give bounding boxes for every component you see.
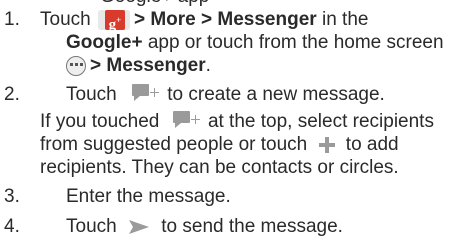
new-message-icon <box>169 111 203 133</box>
in-the-text: in the <box>321 9 369 31</box>
send-arrow-icon <box>128 219 150 235</box>
note-text: at the top, select recipients <box>207 111 434 133</box>
top-partial-text: Google+ app <box>100 0 209 8</box>
step-1-text-cont: Google+ app or touch from the home scree… <box>66 32 444 54</box>
step-1-text-end: > Messenger. <box>58 55 211 77</box>
step-4: 4. Touch to send the message. <box>0 216 460 238</box>
step-2-text: Touch to create a new message. <box>66 84 385 106</box>
google-plus-icon: g+ <box>97 9 132 33</box>
menu-path: > More > Messenger <box>133 9 317 31</box>
note-text-3: recipients. They can be contacts or circ… <box>40 157 399 178</box>
step-2-rest: to create a new message. <box>167 84 385 106</box>
note-text-1: If you touched at the top, select recipi… <box>40 111 434 133</box>
touch-label: Touch <box>66 216 117 237</box>
app-name: Google+ <box>66 32 143 53</box>
step-number: 2. <box>4 84 20 105</box>
note-text-2: from suggested people or touch to add <box>40 134 399 156</box>
app-rest-text: app or touch from the home screen <box>147 32 444 53</box>
instructions-document: Google+ app 1. Touch g+> More > Messenge… <box>0 0 460 248</box>
note-line-1: If you touched at the top, select recipi… <box>0 111 460 133</box>
step-1-text: Touch g+ > More > Messenger in the <box>40 9 369 33</box>
step-1-line-1: 1. Touch g+ > More > Messenger in the <box>0 9 460 33</box>
note-text: from suggested people or touch <box>40 134 308 155</box>
note-line-3: recipients. They can be contacts or circ… <box>0 157 460 179</box>
apps-icon <box>66 55 86 76</box>
step-number: 4. <box>4 216 20 237</box>
step-number: 1. <box>4 9 20 30</box>
new-message-icon <box>128 84 162 106</box>
touch-label: Touch <box>66 84 117 106</box>
step-3: 3. Enter the message. <box>0 186 460 208</box>
note-text: to add <box>345 134 399 155</box>
step-2: 2. Touch to create a new message. <box>0 84 460 106</box>
touch-label: Touch <box>40 9 91 31</box>
step-3-text: Enter the message. <box>66 186 231 207</box>
step-4-rest: to send the message. <box>161 216 343 237</box>
plus-icon <box>318 136 335 153</box>
step-4-text: Touch to send the message. <box>66 216 343 238</box>
note-text: If you touched <box>40 111 160 133</box>
step-number: 3. <box>4 186 20 207</box>
note-line-2: from suggested people or touch to add <box>0 134 460 156</box>
step-1-line-3: > Messenger. <box>0 55 460 77</box>
step-1-line-2: Google+ app or touch from the home scree… <box>0 32 460 54</box>
period: . <box>205 55 211 76</box>
messenger-path: > Messenger <box>90 55 206 76</box>
